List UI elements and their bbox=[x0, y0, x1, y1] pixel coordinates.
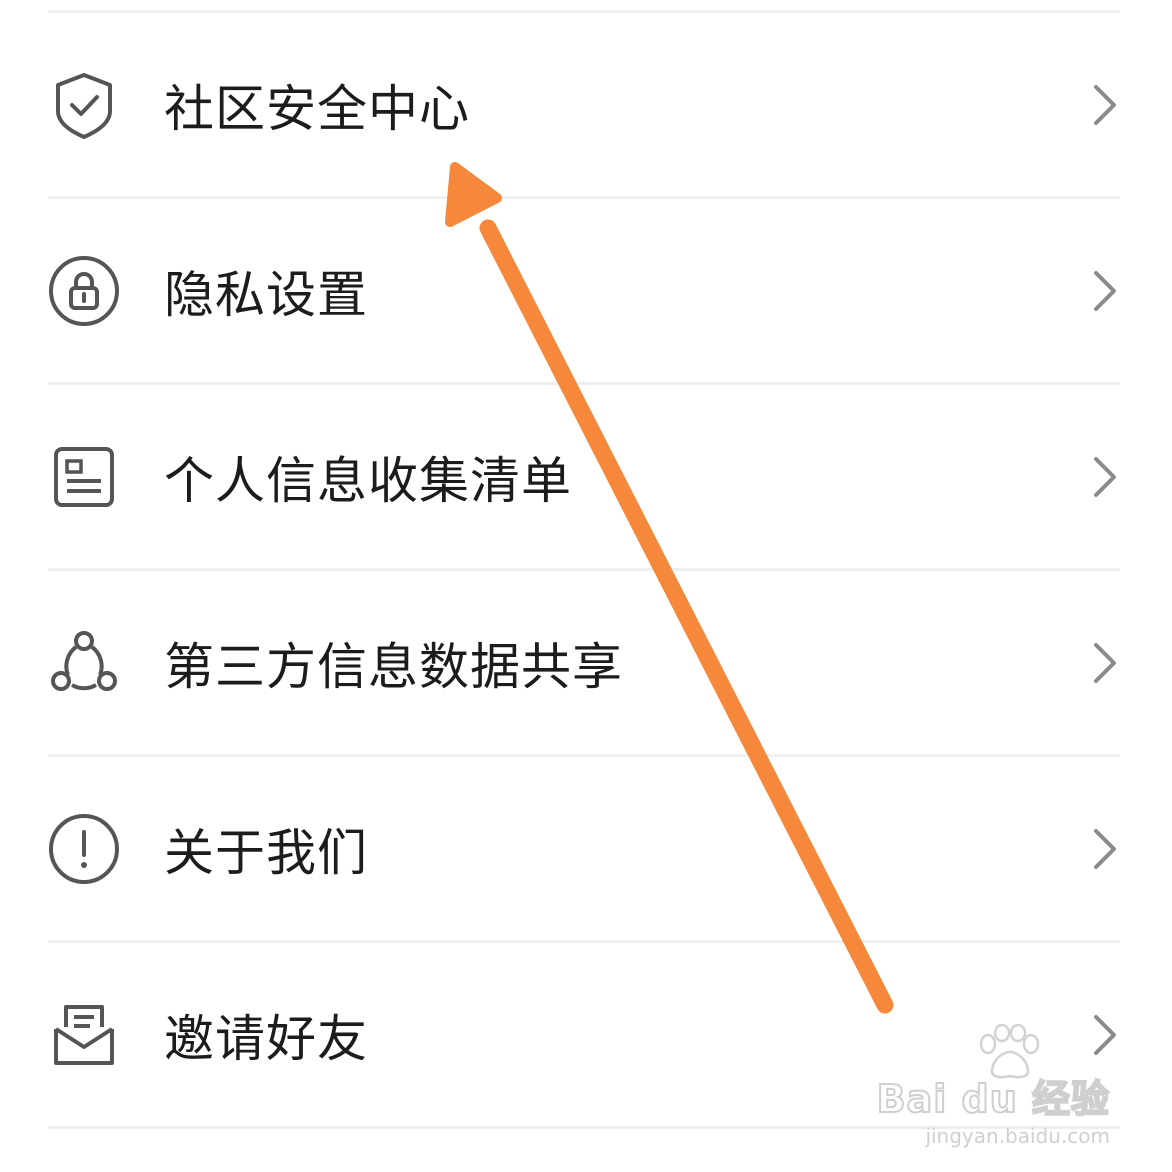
lock-icon bbox=[46, 253, 122, 329]
settings-list: 社区安全中心 隐私设置 个人信息收集清单 第三方信息数据共享 关于我们 邀请好友 bbox=[0, 10, 1172, 1129]
chevron-right-icon bbox=[1088, 825, 1122, 873]
settings-item-third-party-sharing[interactable]: 第三方信息数据共享 bbox=[0, 571, 1172, 754]
chevron-right-icon bbox=[1088, 81, 1122, 129]
chevron-right-icon bbox=[1088, 1011, 1122, 1059]
chevron-right-icon bbox=[1088, 267, 1122, 315]
invite-envelope-icon bbox=[46, 997, 122, 1073]
settings-item-personal-info-list[interactable]: 个人信息收集清单 bbox=[0, 385, 1172, 568]
divider bbox=[48, 1126, 1120, 1129]
shield-check-icon bbox=[46, 67, 122, 143]
info-exclamation-icon bbox=[46, 811, 122, 887]
share-network-icon bbox=[46, 625, 122, 701]
id-card-icon bbox=[46, 439, 122, 515]
settings-item-community-safety[interactable]: 社区安全中心 bbox=[0, 13, 1172, 196]
settings-item-about-us[interactable]: 关于我们 bbox=[0, 757, 1172, 940]
chevron-right-icon bbox=[1088, 639, 1122, 687]
settings-item-invite-friends[interactable]: 邀请好友 bbox=[0, 943, 1172, 1126]
settings-item-label: 个人信息收集清单 bbox=[164, 451, 572, 510]
settings-item-label: 社区安全中心 bbox=[164, 79, 470, 138]
settings-item-label: 关于我们 bbox=[164, 823, 368, 882]
settings-item-privacy[interactable]: 隐私设置 bbox=[0, 199, 1172, 382]
settings-page: 社区安全中心 隐私设置 个人信息收集清单 第三方信息数据共享 关于我们 邀请好友… bbox=[0, 0, 1172, 1172]
settings-item-label: 隐私设置 bbox=[164, 265, 368, 324]
chevron-right-icon bbox=[1088, 453, 1122, 501]
settings-item-label: 第三方信息数据共享 bbox=[164, 637, 623, 696]
settings-item-label: 邀请好友 bbox=[164, 1009, 368, 1068]
